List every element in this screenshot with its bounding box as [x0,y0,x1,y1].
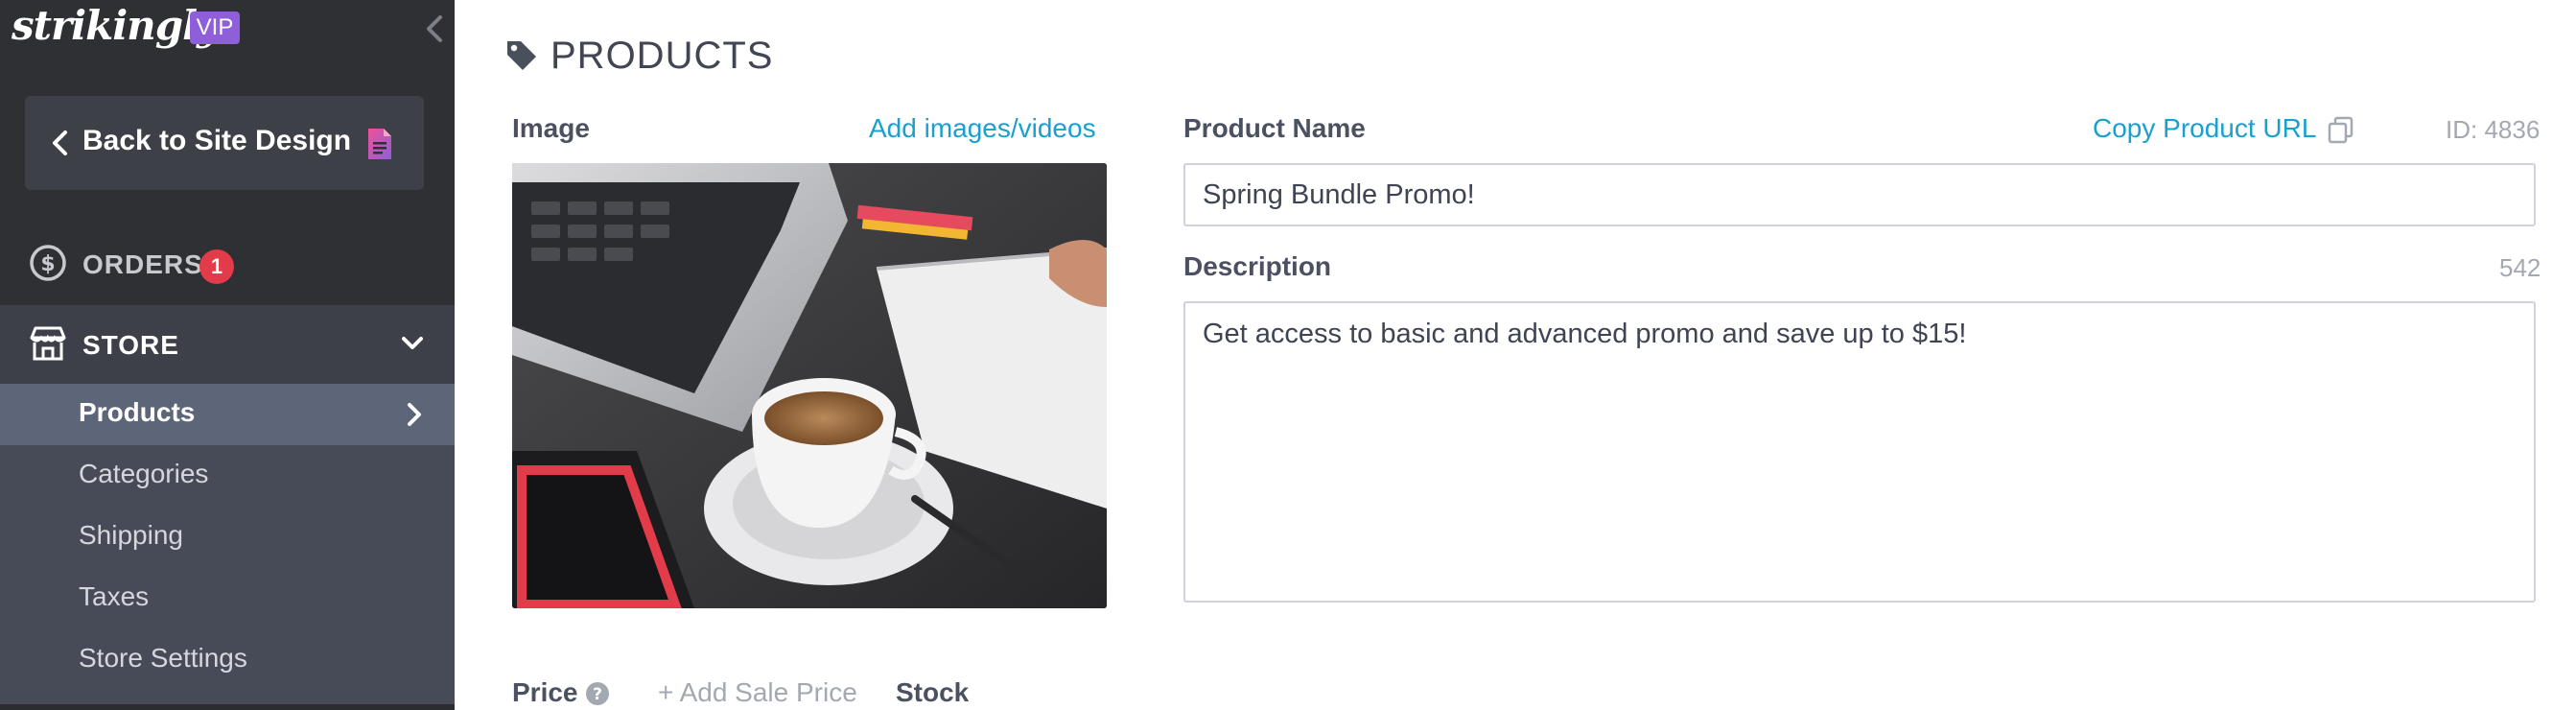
back-to-site-design-button[interactable]: Back to Site Design [25,96,424,190]
svg-text:$: $ [40,252,55,276]
help-icon[interactable]: ? [585,681,610,706]
orders-count-badge: 1 [199,249,234,284]
description-label: Description [1183,251,1332,281]
dollar-circle-icon: $ [29,244,67,282]
tag-icon [504,38,539,73]
page-title: PRODUCTS [550,35,774,77]
document-icon [364,127,395,161]
product-image[interactable] [512,163,1107,608]
description-textarea[interactable]: Get access to basic and advanced promo a… [1183,301,2536,603]
sidebar-item-orders[interactable]: $ ORDERS 1 [0,230,455,299]
sidebar-item-shipping[interactable]: Shipping [0,507,455,568]
add-images-videos-link[interactable]: Add images/videos [869,113,1096,144]
chevron-left-icon [48,129,73,157]
sidebar-item-store[interactable]: STORE [0,305,455,384]
sidebar-divider [0,704,455,710]
sidebar-item-categories[interactable]: Categories [0,445,455,507]
sidebar-item-label: Shipping [79,520,183,550]
product-name-label: Product Name [1183,113,1366,143]
product-id: ID: 4836 [2446,115,2541,144]
brand-row: strikingly VIP [0,0,455,59]
back-button-label: Back to Site Design [82,125,352,156]
store-submenu: Products Categories Shipping Taxes Store… [0,384,455,704]
description-char-count: 542 [2499,253,2541,282]
sidebar-item-label: Store Settings [79,643,247,673]
strikingly-logo[interactable]: strikingly [12,2,220,49]
sidebar-item-label: Products [79,397,196,427]
sidebar-item-label: Categories [79,459,209,488]
sidebar-item-store-settings[interactable]: Store Settings [0,629,455,691]
sidebar-item-products[interactable]: Products [0,384,455,445]
collapse-chevron-icon[interactable] [422,12,447,46]
orders-label: ORDERS [82,249,203,279]
store-label: STORE [82,330,179,360]
sidebar: strikingly VIP Back to Site Design $ ORD… [0,0,455,710]
add-sale-price-link[interactable]: + Add Sale Price [658,677,857,708]
product-editor: PRODUCTS Image Add images/videos Product… [455,0,2576,710]
chevron-down-icon [399,332,426,355]
stock-label: Stock [896,677,970,707]
chevron-right-icon [405,401,424,428]
vip-badge: VIP [190,12,240,44]
price-label: Price [512,677,578,707]
copy-product-url-link[interactable]: Copy Product URL [2093,113,2316,144]
image-label: Image [512,113,590,143]
sidebar-item-taxes[interactable]: Taxes [0,568,455,629]
svg-text:?: ? [593,685,602,704]
storefront-icon [29,324,67,363]
product-name-input[interactable]: Spring Bundle Promo! [1183,163,2536,226]
sidebar-item-label: Taxes [79,581,150,611]
copy-icon[interactable] [2327,115,2355,144]
